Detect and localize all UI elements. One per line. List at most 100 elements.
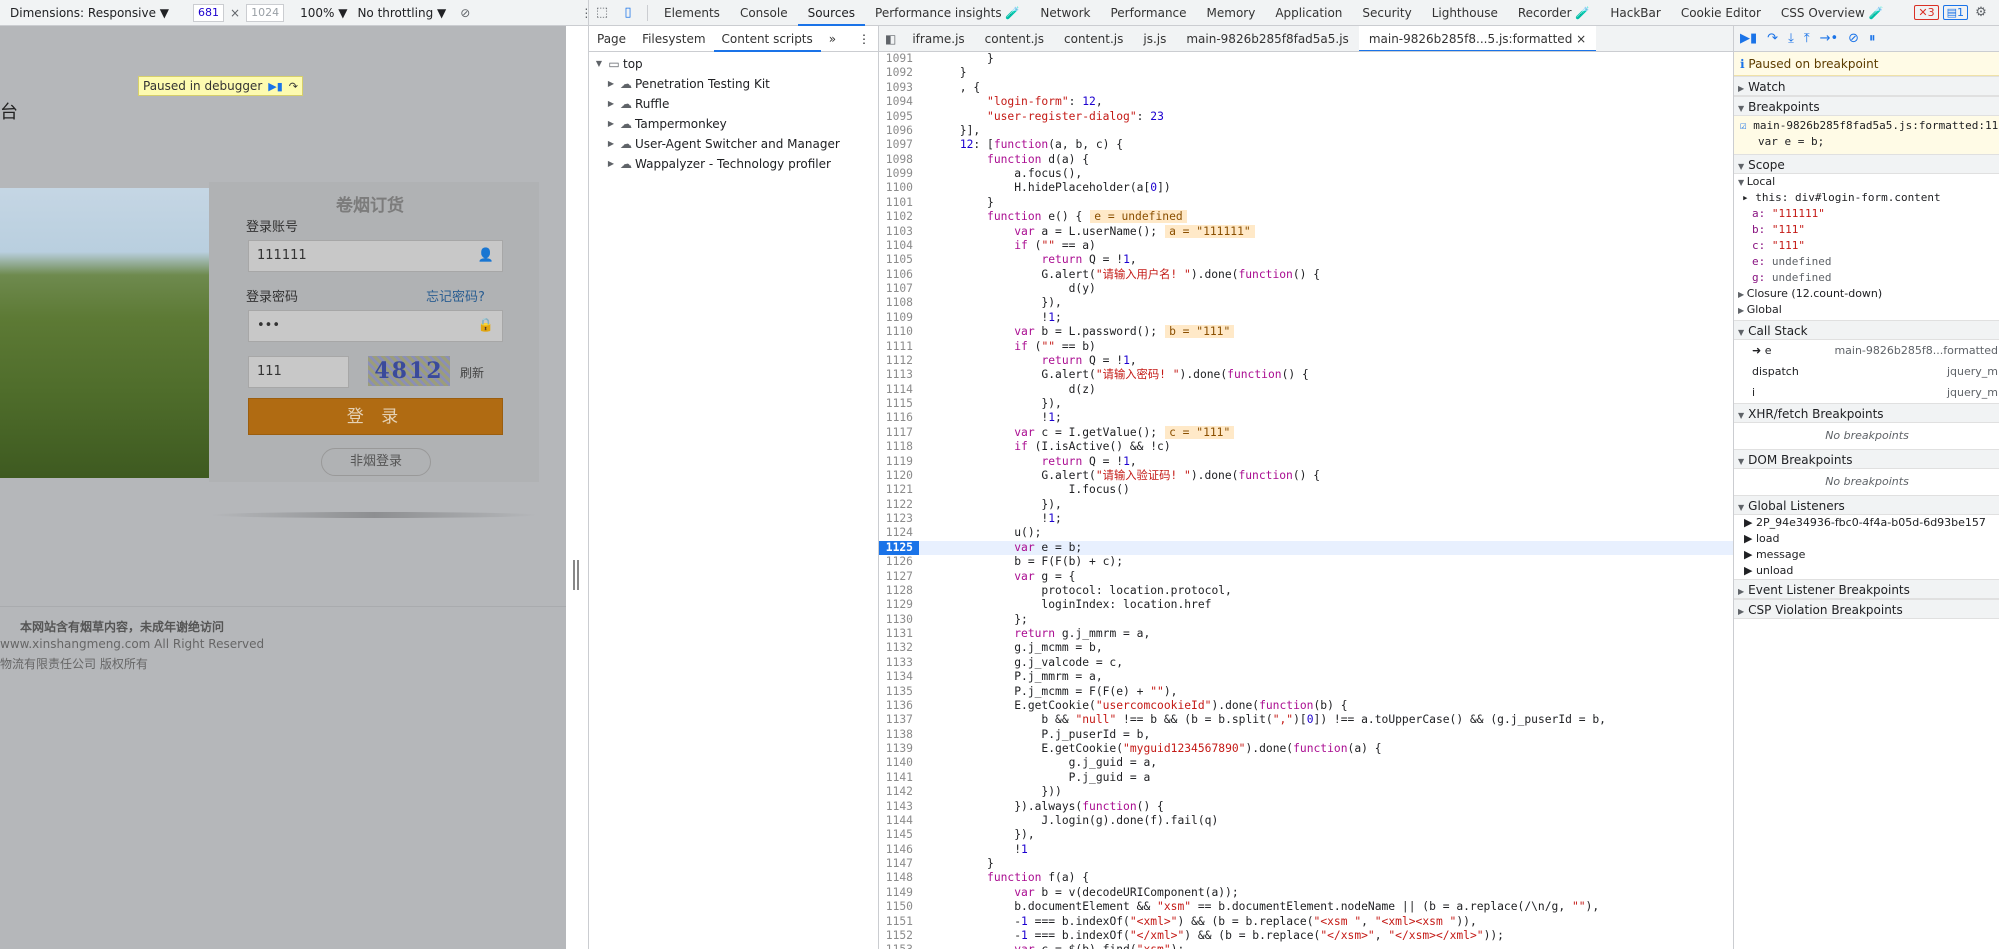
csp-violation-breakpoints-section-header[interactable]: ▶ CSP Violation Breakpoints — [1734, 599, 1999, 619]
scope-section-header[interactable]: ▼ Scope — [1734, 154, 1999, 174]
line-number[interactable]: 1128 — [879, 584, 919, 598]
tab-hackbar[interactable]: HackBar — [1600, 0, 1670, 26]
line-number[interactable]: 1100 — [879, 181, 919, 195]
tab-css-overview[interactable]: CSS Overview 🧪 — [1771, 0, 1894, 26]
code-line[interactable]: 1123 !1; — [879, 512, 1733, 526]
code-line[interactable]: 1129 loginIndex: location.href — [879, 598, 1733, 612]
line-number[interactable]: 1124 — [879, 526, 919, 540]
error-count-badge[interactable]: ✕3 — [1914, 5, 1939, 20]
message-count-badge[interactable]: ▤1 — [1942, 5, 1968, 20]
tree-item-extension[interactable]: ▶ ☁ Penetration Testing Kit — [589, 74, 878, 94]
line-number[interactable]: 1105 — [879, 253, 919, 267]
code-line[interactable]: 1147 } — [879, 857, 1733, 871]
local-scope-header[interactable]: ▼ Local — [1734, 174, 1999, 190]
captcha-image[interactable]: 4812 — [368, 356, 450, 386]
closure-scope[interactable]: ▶ Closure (12.count-down) — [1734, 286, 1999, 302]
non-tobacco-login-button[interactable]: 非烟登录 — [321, 448, 431, 476]
scope-variable[interactable]: e: undefined — [1734, 254, 1999, 270]
line-number[interactable]: 1130 — [879, 613, 919, 627]
code-line[interactable]: 1144 J.login(g).done(f).fail(q) — [879, 814, 1733, 828]
line-number[interactable]: 1152 — [879, 929, 919, 943]
code-line[interactable]: 1127 var g = { — [879, 570, 1733, 584]
code-line[interactable]: 1112 return Q = !1, — [879, 354, 1733, 368]
global-listeners-section-header[interactable]: ▼ Global Listeners — [1734, 495, 1999, 515]
code-line[interactable]: 1130 }; — [879, 613, 1733, 627]
tree-item-extension[interactable]: ▶ ☁ User-Agent Switcher and Manager — [589, 134, 878, 154]
line-number[interactable]: 1110 — [879, 325, 919, 339]
width-input[interactable]: 681 — [193, 3, 225, 22]
step-out-icon[interactable]: ⤒ — [1804, 31, 1810, 46]
password-input[interactable]: ••• 🔒 — [248, 310, 503, 342]
code-line[interactable]: 1116 !1; — [879, 411, 1733, 425]
zoom-dropdown[interactable]: 100% ▼ — [300, 6, 347, 20]
line-number[interactable]: 1135 — [879, 685, 919, 699]
throttling-dropdown[interactable]: No throttling ▼ — [357, 6, 446, 20]
code-line[interactable]: 1137 b && "null" !== b && (b = b.split("… — [879, 713, 1733, 727]
code-line[interactable]: 1134 P.j_mmrm = a, — [879, 670, 1733, 684]
line-number[interactable]: 1133 — [879, 656, 919, 670]
code-line[interactable]: 1098 function d(a) { — [879, 153, 1733, 167]
tab-security[interactable]: Security — [1352, 0, 1421, 26]
code-line[interactable]: 1146 !1 — [879, 843, 1733, 857]
line-number[interactable]: 1099 — [879, 167, 919, 181]
code-line[interactable]: 1132 g.j_mcmm = b, — [879, 641, 1733, 655]
code-line[interactable]: 1122 }), — [879, 498, 1733, 512]
line-number[interactable]: 1153 — [879, 943, 919, 949]
code-line[interactable]: 1124 u(); — [879, 526, 1733, 540]
tab-application[interactable]: Application — [1265, 0, 1352, 26]
line-number[interactable]: 1104 — [879, 239, 919, 253]
scope-variable[interactable]: c: "111" — [1734, 238, 1999, 254]
editor-tab-4[interactable]: main-9826b285f8fad5a5.js — [1176, 26, 1358, 51]
editor-tab-1[interactable]: content.js — [975, 26, 1054, 51]
code-line[interactable]: 1114 d(z) — [879, 383, 1733, 397]
code-line[interactable]: 1145 }), — [879, 828, 1733, 842]
step-icon[interactable]: →• — [1820, 31, 1839, 46]
code-line[interactable]: 1117 var c = I.getValue(); c = "111" — [879, 425, 1733, 440]
line-number[interactable]: 1138 — [879, 728, 919, 742]
line-number[interactable]: 1116 — [879, 411, 919, 425]
line-number[interactable]: 1134 — [879, 670, 919, 684]
step-over-icon[interactable]: ↷ — [289, 80, 298, 93]
code-line[interactable]: 1149 var b = v(decodeURIComponent(a)); — [879, 886, 1733, 900]
resume-icon[interactable]: ▶▮ — [1740, 31, 1757, 46]
code-lines[interactable]: 1091 } 1092 } 1093 , {1094 "login-form": 1… — [879, 52, 1733, 949]
line-number[interactable]: 1102 — [879, 210, 919, 224]
tab-memory[interactable]: Memory — [1197, 0, 1266, 26]
line-number[interactable]: 1137 — [879, 713, 919, 727]
code-line[interactable]: 1115 }), — [879, 397, 1733, 411]
code-line[interactable]: 1093 , { — [879, 81, 1733, 95]
code-line[interactable]: 1097 12: [function(a, b, c) { — [879, 138, 1733, 152]
code-line[interactable]: 1109 !1; — [879, 311, 1733, 325]
call-frame[interactable]: ➜ e main-9826b285f8...formatted — [1734, 340, 1999, 361]
dimensions-dropdown[interactable]: Dimensions: Responsive ▼ — [10, 6, 169, 20]
tab-recorder[interactable]: Recorder 🧪 — [1508, 0, 1601, 26]
line-number[interactable]: 1092 — [879, 66, 919, 80]
nav-tab-3[interactable]: » — [821, 26, 844, 52]
code-line[interactable]: 1139 E.getCookie("myguid1234567890").don… — [879, 742, 1733, 756]
line-number[interactable]: 1142 — [879, 785, 919, 799]
code-line[interactable]: 1148 function f(a) { — [879, 871, 1733, 885]
code-line[interactable]: 1135 P.j_mcmm = F(F(e) + ""), — [879, 685, 1733, 699]
line-number[interactable]: 1113 — [879, 368, 919, 382]
line-number[interactable]: 1094 — [879, 95, 919, 109]
breakpoints-section-header[interactable]: ▼ Breakpoints — [1734, 96, 1999, 116]
pause-on-exceptions-icon[interactable]: ⏸ — [1869, 31, 1876, 46]
line-number[interactable]: 1143 — [879, 800, 919, 814]
editor-tab-2[interactable]: content.js — [1054, 26, 1133, 51]
code-line[interactable]: 1141 P.j_guid = a — [879, 771, 1733, 785]
line-number[interactable]: 1097 — [879, 138, 919, 152]
line-number[interactable]: 1118 — [879, 440, 919, 454]
code-line[interactable]: 1151 -1 === b.indexOf("<xml>") && (b = b… — [879, 915, 1733, 929]
code-line[interactable]: 1126 b = F(F(b) + c); — [879, 555, 1733, 569]
line-number[interactable]: 1146 — [879, 843, 919, 857]
line-number[interactable]: 1098 — [879, 153, 919, 167]
global-listener[interactable]: ▶ unload — [1734, 563, 1999, 579]
dom-breakpoints-section-header[interactable]: ▼ DOM Breakpoints — [1734, 449, 1999, 469]
line-number[interactable]: 1131 — [879, 627, 919, 641]
call-frame[interactable]: dispatch jquery_m — [1734, 361, 1999, 382]
scope-variable[interactable]: g: undefined — [1734, 270, 1999, 286]
code-line[interactable]: 1103 var a = L.userName(); a = "111111" — [879, 224, 1733, 239]
code-line[interactable]: 1113 G.alert("请输入密码! ").done(function() … — [879, 368, 1733, 382]
code-line[interactable]: 1152 -1 === b.indexOf("</xml>") && (b = … — [879, 929, 1733, 943]
line-number[interactable]: 1149 — [879, 886, 919, 900]
